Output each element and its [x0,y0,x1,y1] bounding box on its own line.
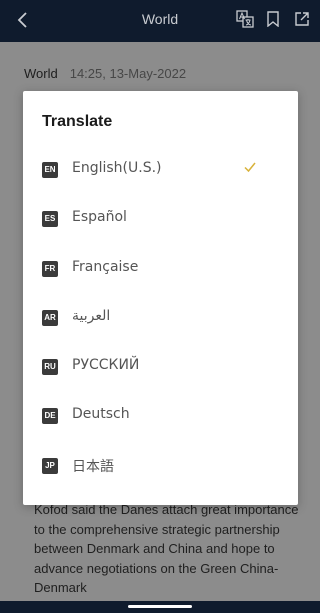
language-label: English(U.S.) [72,160,162,176]
language-option-de[interactable]: DE Deutsch [23,392,298,441]
article-category: World [24,66,58,81]
language-list: EN English(U.S.) ES Español FR Française… [23,146,298,491]
language-code-badge: JP [42,457,58,474]
share-icon[interactable] [292,9,312,29]
language-label: РУССКИЙ [72,357,140,374]
bookmark-icon[interactable] [263,9,283,29]
language-label: Español [72,209,127,226]
language-code-badge: FR [42,260,58,277]
language-code-badge: ES [42,211,58,228]
bottom-bar [0,601,320,613]
language-label: 日本語 [72,458,114,475]
language-option-ru[interactable]: RU РУССКИЙ [23,343,298,392]
top-app-bar: World [0,0,320,42]
language-option-en[interactable]: EN English(U.S.) [23,146,298,195]
language-label: العربية [72,307,111,324]
language-label: Deutsch [72,406,130,423]
translate-icon[interactable] [235,9,255,29]
dialog-title: Translate [42,113,113,130]
check-icon [243,160,259,176]
article-meta: World 14:25, 13-May-2022 [24,66,186,81]
language-label: Française [72,258,139,275]
language-option-jp[interactable]: JP 日本語 [23,442,298,491]
translate-dialog: Translate EN English(U.S.) ES Español FR… [23,91,298,505]
language-code-badge: RU [42,359,58,376]
home-indicator [128,605,192,608]
language-option-fr[interactable]: FR Française [23,245,298,294]
article-datetime: 14:25, 13-May-2022 [69,66,187,81]
language-code-badge: DE [42,408,58,425]
language-code-badge: EN [42,162,58,178]
language-option-es[interactable]: ES Español [23,195,298,244]
language-code-badge: AR [42,309,58,326]
language-option-ar[interactable]: AR العربية [23,294,298,343]
article-body: Kofod said the Danes attach great import… [34,502,299,595]
